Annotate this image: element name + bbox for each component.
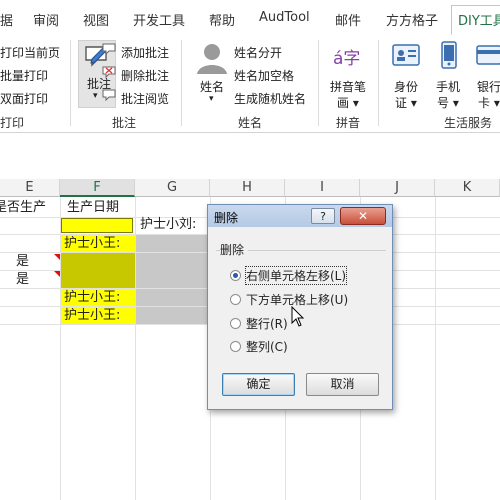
tab-review[interactable]: 审阅 <box>33 10 59 29</box>
mobile-phone-icon <box>441 41 457 69</box>
comment-indicator-icon <box>54 271 60 277</box>
tab-diy-tools[interactable]: DIY工具 <box>451 5 500 35</box>
cell-f-6[interactable]: 护士小王: <box>61 307 135 324</box>
radio-button-icon[interactable] <box>230 270 241 281</box>
cancel-button[interactable]: 取消 <box>306 373 379 396</box>
browse-comments-button[interactable]: 批注阅览 <box>121 90 169 107</box>
add-comment-button[interactable]: 添加批注 <box>121 44 169 61</box>
column-header-i[interactable]: I <box>285 179 360 197</box>
group-separator <box>318 40 319 126</box>
radio-shift-cells-left[interactable]: 右侧单元格左移(L) <box>230 266 348 285</box>
batch-print-button[interactable]: 批量打印 <box>0 67 48 84</box>
delete-comment-button[interactable]: 删除批注 <box>121 67 169 84</box>
cell-f-2[interactable]: 护士小王: <box>61 235 135 252</box>
mobile-number-button-line2: 号 ▾ <box>437 96 459 110</box>
bank-card-button[interactable]: 银行 <box>477 78 500 95</box>
help-button[interactable]: ? <box>311 208 335 224</box>
dialog-title: 删除 <box>214 211 239 225</box>
chevron-down-icon: ▾ <box>93 91 98 101</box>
tab-help[interactable]: 帮助 <box>209 10 235 29</box>
group-separator <box>181 40 182 126</box>
person-icon <box>197 44 227 74</box>
cell-f-3[interactable] <box>61 253 135 288</box>
cell-g-3[interactable] <box>136 253 210 288</box>
bank-card-button-line2: 卡 ▾ <box>478 96 500 110</box>
cell-g-2[interactable] <box>136 235 210 252</box>
cell-e-header[interactable]: 是否生产 <box>0 199 60 217</box>
name-group-label: 姓名 <box>238 116 263 130</box>
ok-button[interactable]: 确定 <box>222 373 295 396</box>
radio-button-icon[interactable] <box>230 294 241 305</box>
radio-label: 整列(C) <box>246 340 288 354</box>
print-current-page-button[interactable]: 打印当前页 <box>0 44 60 61</box>
mouse-pointer-icon <box>291 306 305 327</box>
pinyin-stroke-button[interactable]: 拼音笔 <box>330 78 366 95</box>
review-comment-icon <box>102 89 116 101</box>
column-header-g[interactable]: G <box>135 179 210 197</box>
add-comment-icon <box>102 43 116 55</box>
random-name-button[interactable]: 生成随机姓名 <box>234 90 306 107</box>
annotation-group-label: 批注 <box>112 116 137 130</box>
cell-g-overflow-text[interactable]: 护士小刘: <box>140 216 208 234</box>
cell-e-3[interactable]: 是 <box>16 253 46 271</box>
id-card-icon <box>392 44 420 66</box>
dialog-titlebar[interactable]: 删除 ? ✕ <box>208 205 392 227</box>
group-separator <box>378 40 379 126</box>
tab-fangfang[interactable]: 方方格子 <box>386 10 438 29</box>
tab-audtool[interactable]: AudTool <box>259 10 310 25</box>
radio-label: 整行(R) <box>246 317 288 331</box>
cell-f-5[interactable]: 护士小王: <box>61 289 135 306</box>
mobile-number-button[interactable]: 手机 <box>436 78 460 95</box>
radio-button-icon[interactable] <box>230 341 241 352</box>
formula-bar-area <box>0 133 500 180</box>
cell-e-4[interactable]: 是 <box>16 271 46 289</box>
tab-data[interactable]: 据 <box>0 10 13 29</box>
cell-g-5[interactable] <box>136 289 210 306</box>
tab-mail[interactable]: 邮件 <box>335 10 361 29</box>
comment-indicator-icon <box>54 254 60 260</box>
split-name-button[interactable]: 姓名分开 <box>234 44 282 61</box>
column-header-h[interactable]: H <box>210 179 285 197</box>
radio-entire-column[interactable]: 整列(C) <box>230 338 288 355</box>
print-group-label: 打印 <box>0 116 25 130</box>
pinyin-group-label: 拼音 <box>336 116 361 130</box>
life-services-group-label: 生活服务 <box>444 116 493 130</box>
id-card-button[interactable]: 身份 <box>394 78 418 95</box>
radio-entire-row[interactable]: 整行(R) <box>230 315 288 332</box>
name-add-space-button[interactable]: 姓名加空格 <box>234 67 294 84</box>
bank-card-icon <box>476 45 500 65</box>
column-header-f[interactable]: F <box>60 179 135 197</box>
duplex-print-button[interactable]: 双面打印 <box>0 90 48 107</box>
column-header-k[interactable]: K <box>435 179 500 197</box>
radio-label: 右侧单元格左移(L) <box>244 266 348 285</box>
column-header-e[interactable]: E <box>0 179 60 197</box>
pinyin-stroke-button-line2: 画 ▾ <box>337 96 359 110</box>
delete-group-label: 删除 <box>220 241 249 258</box>
tab-developer[interactable]: 开发工具 <box>133 10 185 29</box>
cell-f-1[interactable] <box>61 218 133 233</box>
chevron-down-icon: ▾ <box>209 94 214 104</box>
ribbon-tab-bar: 据 审阅 视图 开发工具 帮助 AudTool 邮件 方方格子 DIY工具 <box>0 0 500 37</box>
radio-button-icon[interactable] <box>230 318 241 329</box>
cell-f-header[interactable]: 生产日期 <box>67 199 135 217</box>
id-card-button-line2: 证 ▾ <box>395 96 417 110</box>
group-separator <box>70 40 71 126</box>
grid-line <box>435 197 436 500</box>
name-big-button[interactable]: 姓名 <box>200 78 224 95</box>
radio-shift-cells-up[interactable]: 下方单元格上移(U) <box>230 291 348 308</box>
close-button[interactable]: ✕ <box>340 207 386 225</box>
delete-comment-icon <box>102 66 116 78</box>
cell-g-6[interactable] <box>136 307 210 324</box>
ribbon-panel: 打印当前页 批量打印 双面打印 打印 批注 ▾ 添加批注 删除批注 批注阅览 批… <box>0 36 500 133</box>
column-header-j[interactable]: J <box>360 179 435 197</box>
tab-view[interactable]: 视图 <box>83 10 109 29</box>
pinyin-icon: á字 <box>333 49 361 69</box>
